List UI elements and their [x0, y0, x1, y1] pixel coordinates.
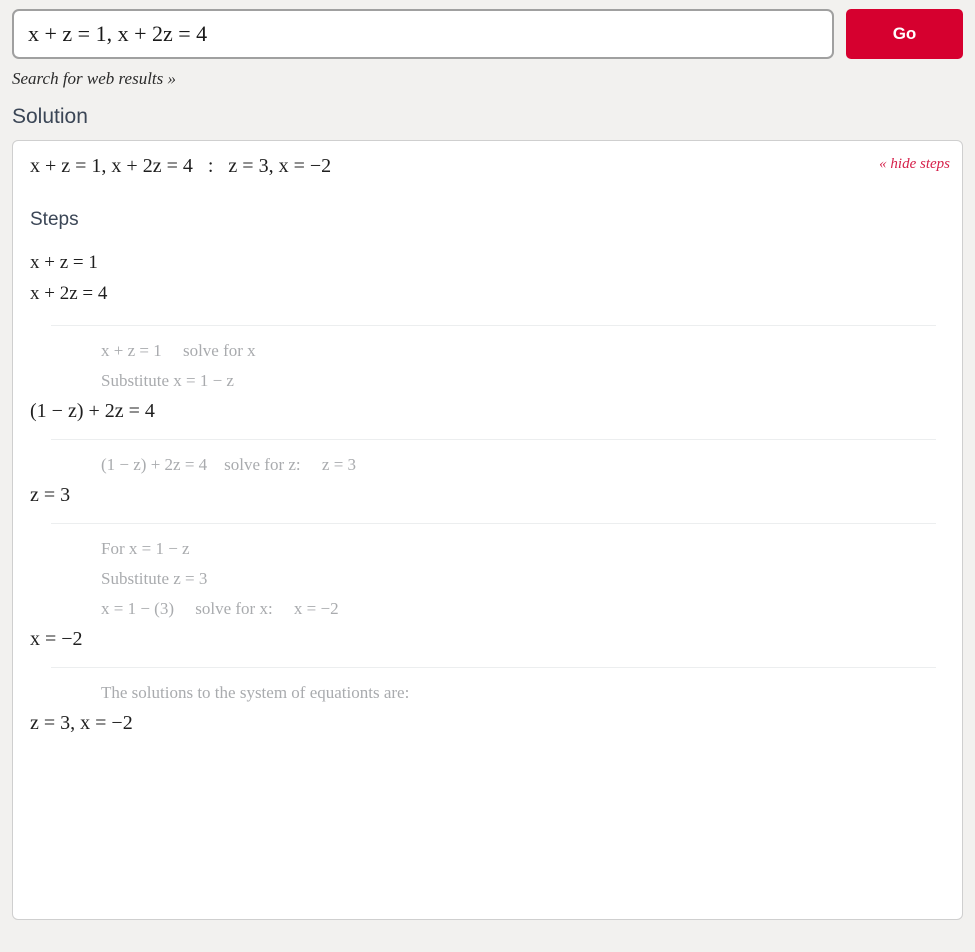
hide-steps-link[interactable]: « hide steps: [879, 156, 950, 173]
steps-title: Steps: [30, 209, 79, 230]
step-sub-line: For x = 1 − z: [101, 539, 190, 558]
step-sub-line: (1 − z) + 2z = 4 solve for z: z = 3: [101, 455, 357, 474]
solution-heading: Solution: [12, 105, 88, 128]
step-sub-lines: x + z = 1 solve for x Substitute x = 1 −…: [13, 326, 962, 396]
step-sub-line: Substitute x = 1 − z: [101, 371, 234, 390]
page-root: Go Search for web results » Solution x +…: [0, 0, 975, 952]
go-button[interactable]: Go: [846, 9, 963, 59]
step-block: For x = 1 − z Substitute z = 3 x = 1 − (…: [13, 523, 962, 651]
step-result: z = 3: [30, 484, 71, 506]
step-sub-lines: For x = 1 − z Substitute z = 3 x = 1 − (…: [13, 524, 962, 624]
final-solution: z = 3, x = −2: [30, 712, 133, 734]
step-block: x + z = 1 solve for x Substitute x = 1 −…: [13, 325, 962, 423]
step-result: (1 − z) + 2z = 4: [30, 400, 155, 422]
step-sub-lines: (1 − z) + 2z = 4 solve for z: z = 3: [13, 440, 962, 480]
step-sub-line: x + z = 1 solve for x: [101, 341, 256, 360]
given-equation: x + z = 1: [30, 252, 98, 273]
given-equation: x + 2z = 4: [30, 283, 108, 304]
solution-box-header: x + z = 1, x + 2z = 4 : z = 3, x = −2 « …: [13, 155, 962, 185]
search-row: Go: [12, 0, 963, 59]
step-block: The solutions to the system of equationt…: [13, 667, 962, 735]
step-sub-line: Substitute z = 3: [101, 569, 208, 588]
step-result: x = −2: [30, 628, 83, 650]
search-for-web-results-link[interactable]: Search for web results »: [12, 69, 176, 89]
solution-box: x + z = 1, x + 2z = 4 : z = 3, x = −2 « …: [12, 140, 963, 920]
step-sub-line: x = 1 − (3) solve for x: x = −2: [101, 599, 339, 618]
step-block: (1 − z) + 2z = 4 solve for z: z = 3 z = …: [13, 439, 962, 507]
search-input[interactable]: [12, 9, 834, 59]
given-equations: x + z = 1 x + 2z = 4: [30, 247, 962, 309]
step-sub-lines: The solutions to the system of equationt…: [13, 668, 962, 708]
solution-header-expression: x + z = 1, x + 2z = 4 : z = 3, x = −2: [30, 155, 332, 177]
step-sub-line: The solutions to the system of equationt…: [101, 683, 410, 702]
